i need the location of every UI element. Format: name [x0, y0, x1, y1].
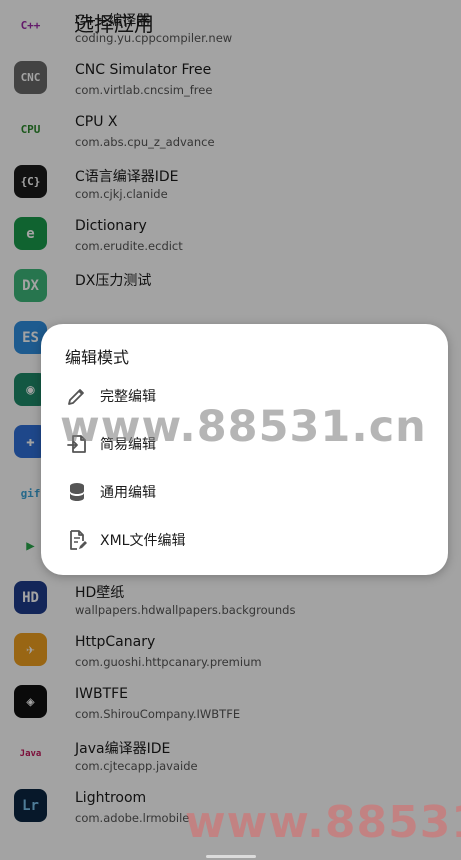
watermark-text-bottom: www.88531.cn — [185, 797, 461, 848]
general-edit-option[interactable]: 通用编辑 — [41, 469, 448, 515]
database-icon — [70, 483, 84, 501]
xml-edit-label: XML文件编辑 — [100, 533, 186, 549]
dialog-title: 编辑模式 — [65, 348, 130, 367]
gesture-nav-bar[interactable] — [206, 855, 256, 858]
xml-edit-option[interactable]: XML文件编辑 — [41, 517, 448, 563]
general-edit-label: 通用编辑 — [100, 485, 156, 501]
watermark-text: www.88531.cn — [60, 402, 427, 452]
file-edit-icon — [70, 530, 87, 550]
